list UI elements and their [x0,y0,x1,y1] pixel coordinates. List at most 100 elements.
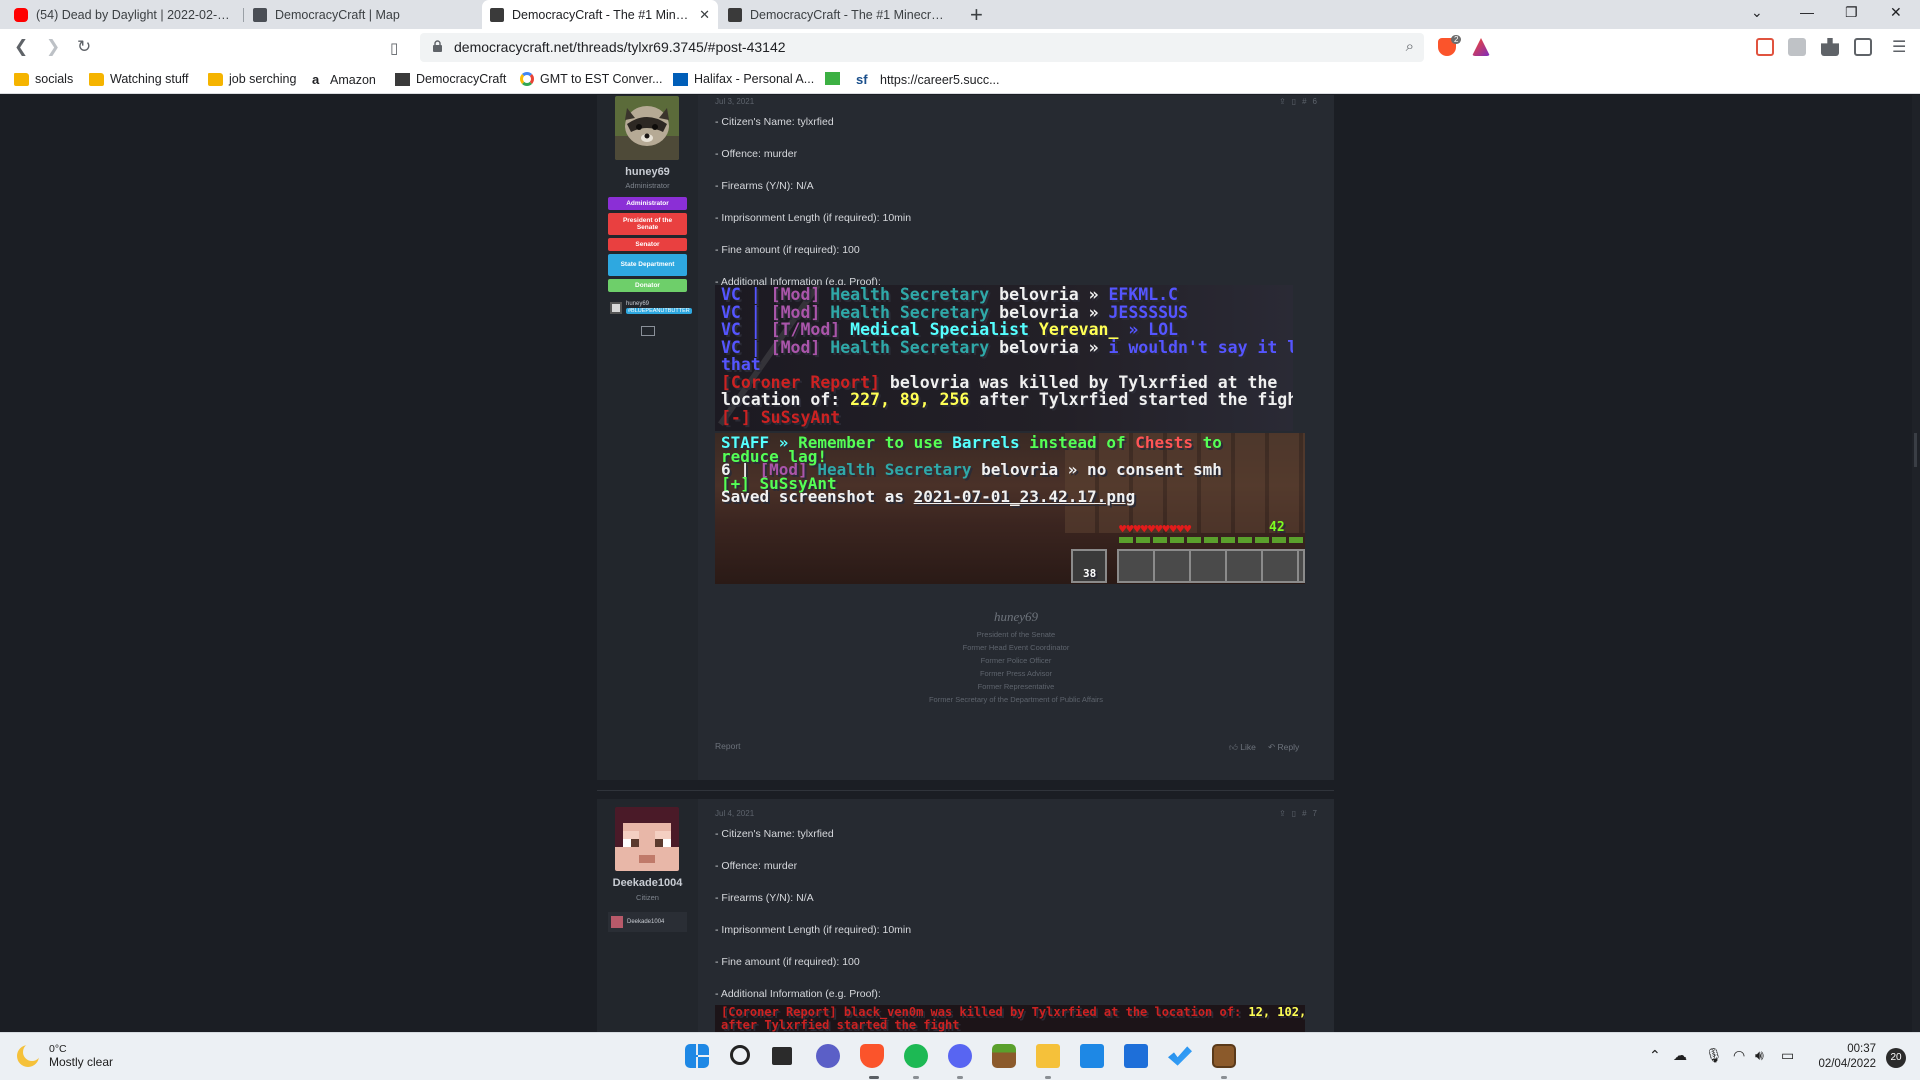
minecraft-chat-screenshot[interactable]: [Coroner Report] black_ven0m was killed … [715,1005,1305,1032]
search-icon[interactable] [730,1045,750,1065]
sf-icon: sf [856,72,868,87]
battery-icon[interactable]: ▭ [1781,1047,1794,1064]
bookmark-icon[interactable]: ▯ [1292,97,1302,106]
reload-icon[interactable]: ↻ [77,37,91,57]
new-tab-button[interactable]: + [970,2,983,28]
calendar-icon[interactable] [1124,1044,1148,1068]
minecraft-block-icon[interactable] [992,1044,1016,1068]
bookmark-page-icon[interactable]: ▯ [390,39,398,57]
post-number[interactable]: #7 [1302,809,1323,818]
discord-icon[interactable] [948,1044,972,1068]
extensions-puzzle-icon[interactable] [1821,38,1839,56]
hotbar [1117,549,1305,583]
search-icon[interactable]: ⌕ [1406,38,1414,55]
post-author-name[interactable]: Deekade1004 [597,877,698,889]
green-square-icon [825,72,840,85]
report-link[interactable]: Report [715,741,741,751]
tab-active-thread[interactable]: DemocracyCraft - The #1 Minecra ✕ [482,0,718,29]
running-indicator [869,1076,879,1079]
post-number[interactable]: #6 [1302,97,1323,106]
bookmark-socials[interactable]: socials [14,72,73,86]
file-explorer-icon[interactable] [1036,1044,1060,1068]
mail-icon[interactable] [1080,1044,1104,1068]
page-scrollbar[interactable] [1912,95,1920,1032]
avatar[interactable] [615,96,679,160]
show-hidden-icons[interactable]: ⌃ [1649,1047,1661,1064]
bookmark-career[interactable]: sf https://career5.succ... [856,72,1000,87]
task-view-icon[interactable] [772,1047,792,1065]
chat-segment: Barrels [952,433,1030,452]
minecraft-chat-screenshot[interactable]: VC | [Mod] Health Secretary belovria » E… [715,285,1293,431]
forward-icon[interactable]: ❯ [46,37,60,57]
scrollbar-thumb[interactable] [1914,433,1917,467]
chat-segment: Health Secretary [830,285,1000,304]
brave-rewards-icon[interactable] [1472,38,1490,56]
running-indicator [913,1076,919,1079]
tab-title: DemocracyCraft - The #1 Minecraft Ci [750,7,948,22]
bookmark-gmt-to-est[interactable]: GMT to EST Conver... [520,72,663,86]
minecraft-launcher-icon[interactable] [1212,1044,1236,1068]
restore-button[interactable]: ❐ [1845,4,1858,21]
weather-widget[interactable]: 0°C Mostly clear [17,1043,113,1069]
tab-map[interactable]: DemocracyCraft | Map [245,0,481,29]
tab-thread[interactable]: DemocracyCraft - The #1 Minecraft Ci [720,0,956,29]
tab-youtube[interactable]: (54) Dead by Daylight | 2022-02-21 - Y [6,0,242,29]
tab-search-icon[interactable]: ⌄ [1751,4,1763,21]
bookmark-halifax[interactable]: Halifax - Personal A... [673,72,814,86]
minecraft-hotbar-screenshot[interactable]: STAFF » Remember to use Barrels instead … [715,433,1305,584]
linked-account-row: Deekade1004 [608,912,687,932]
chat-segment: VC | [721,285,771,304]
volume-icon[interactable]: 🔊︎ [1755,1047,1764,1064]
share-icon[interactable]: ⇪ [1279,809,1292,818]
extension-icon-red[interactable] [1756,38,1774,56]
brave-browser-icon[interactable] [860,1044,884,1068]
like-label: Like [1240,742,1256,752]
close-tab-icon[interactable]: ✕ [699,7,710,23]
bookmark-job-serching[interactable]: job serching [208,72,296,86]
chat-segment: JESSSSUS [1108,302,1188,322]
avatar[interactable] [615,807,679,871]
user-card-icon[interactable] [641,326,655,336]
chat-line: [-] SuSsyAnt [721,409,840,427]
back-icon[interactable]: ❮ [14,37,28,57]
close-window-button[interactable]: ✕ [1890,4,1902,21]
folder-icon [89,72,104,86]
forum-page: huney69 Administrator Administrator Pres… [0,95,1920,1032]
bookmark-green[interactable] [825,72,846,85]
extension-icon-grey[interactable] [1788,38,1806,56]
post-user-column: huney69 Administrator Administrator Pres… [597,95,698,780]
share-icon[interactable]: ⇪ [1279,97,1292,106]
bookmark-democracycraft[interactable]: DemocracyCraft [395,72,506,86]
post-author-name[interactable]: huney69 [597,166,698,178]
post-date[interactable]: Jul 3, 2021 [715,97,754,106]
bookmark-amazon[interactable]: a Amazon [312,72,376,87]
clock[interactable]: 00:37 02/04/2022 [1818,1042,1876,1072]
post-date[interactable]: Jul 4, 2021 [715,809,754,818]
amazon-icon: a [312,72,320,87]
chat-line: VC | [T/Mod] Medical Specialist Yerevan_… [721,320,1178,339]
like-button[interactable]: 👍︎ Like [1229,742,1256,753]
reply-button[interactable]: ↶ Reply [1268,742,1299,753]
chat-segment: » LOL [1128,320,1178,339]
bookmark-icon[interactable]: ▯ [1292,809,1302,818]
wifi-icon[interactable]: ◠ [1733,1047,1745,1064]
todo-check-icon[interactable] [1168,1046,1192,1066]
wallet-icon[interactable] [1854,38,1872,56]
minimize-button[interactable]: — [1800,4,1814,20]
chat-segment: after Tylxrfied started the figh [979,390,1293,409]
windows-start-icon[interactable] [685,1044,709,1068]
notification-count-badge[interactable]: 20 [1886,1048,1906,1068]
menu-icon[interactable]: ☰ [1892,37,1906,57]
bookmark-watching-stuff[interactable]: Watching stuff [89,72,189,86]
post-line-additional: - Additional Information (e.g. Proof): [715,988,881,1000]
teams-chat-icon[interactable] [816,1044,840,1068]
onedrive-icon[interactable]: ☁ [1673,1047,1687,1064]
post-actions: ⇪▯#7 [1279,809,1323,818]
microphone-icon[interactable]: 🎙︎ [1705,1047,1723,1064]
chat-segment: that [721,355,761,374]
address-bar[interactable]: democracycraft.net/threads/tylxr69.3745/… [420,33,1424,62]
weather-desc: Mostly clear [49,1055,114,1069]
chat-segment: 2021-07-01_23.42.17.png [913,487,1136,506]
spotify-icon[interactable] [904,1044,928,1068]
folder-icon [14,72,29,86]
